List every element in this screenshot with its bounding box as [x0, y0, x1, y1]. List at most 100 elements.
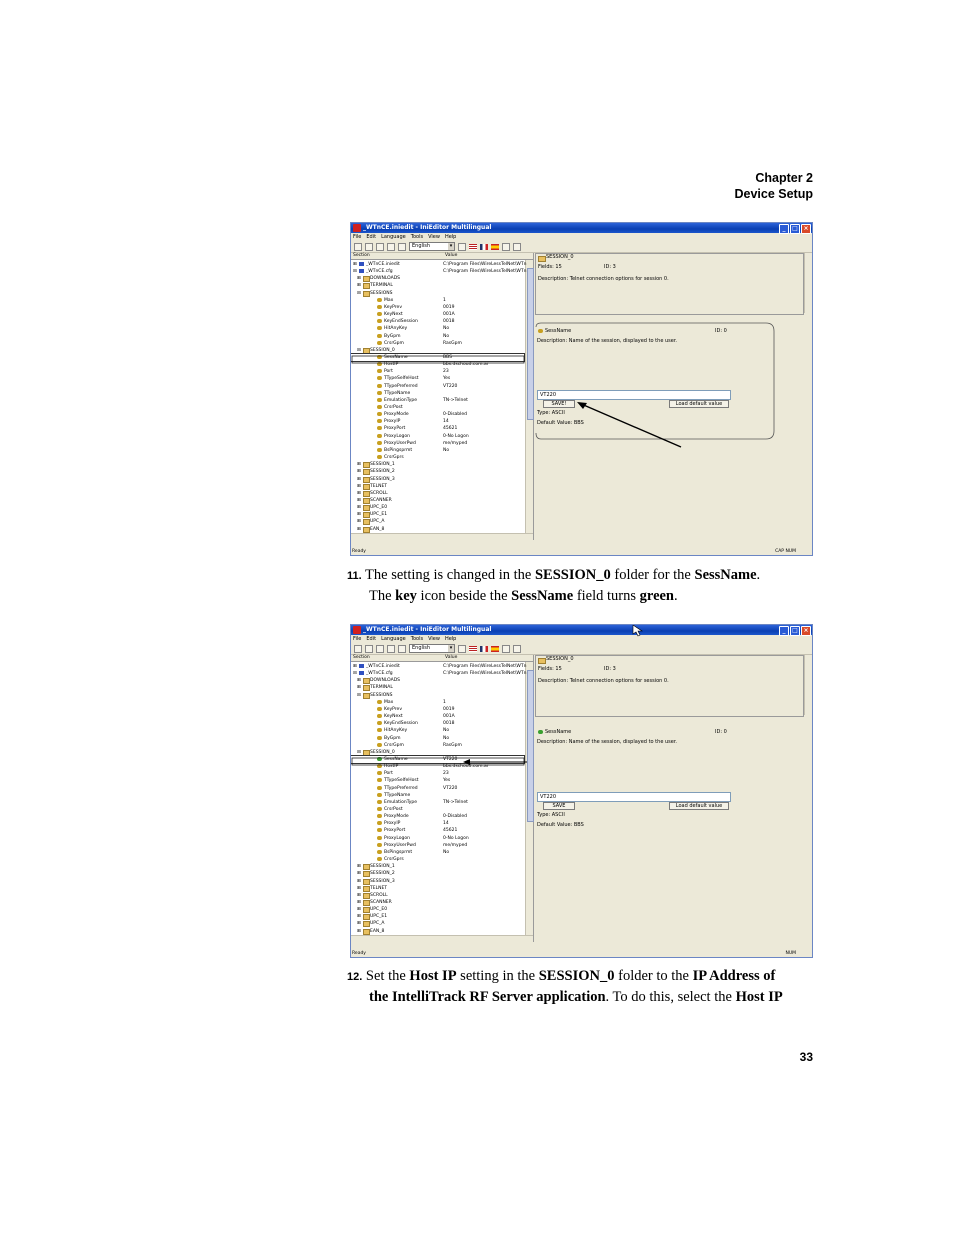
tree-row[interactable]: ⊟ _WTnCE.cfg C:\Program Files\WireLessTelN…: [351, 268, 526, 275]
paste-icon[interactable]: [398, 644, 406, 653]
tree-row[interactable]: Port 23: [351, 770, 524, 777]
expand-toggle[interactable]: ⊞: [357, 468, 361, 475]
tree-hscrollbar[interactable]: [351, 935, 533, 942]
expand-toggle[interactable]: ⊞: [357, 461, 361, 468]
tree-row[interactable]: ProxyLogon 0-No Logon: [351, 835, 524, 842]
fr-flag-icon[interactable]: [480, 645, 488, 652]
tree-row[interactable]: ⊞ UPC_A: [351, 920, 524, 928]
expand-toggle[interactable]: ⊞: [357, 863, 361, 870]
tree-row[interactable]: ProxyUserPwd me/myped: [351, 842, 524, 849]
tree-row[interactable]: ⊞ _WTnCE.iniedit C:\Program Files\WireLess…: [351, 261, 526, 268]
us-flag-icon[interactable]: [469, 243, 477, 250]
us-flag-icon[interactable]: [469, 645, 477, 652]
value-input[interactable]: VT220: [537, 390, 731, 400]
expand-toggle[interactable]: ⊟: [357, 749, 361, 756]
tree-row[interactable]: ByGpm No: [351, 333, 524, 340]
tree-row[interactable]: ⊞ SESSION_2: [351, 870, 524, 878]
load-default-button[interactable]: Load default value: [669, 400, 729, 408]
tree-row[interactable]: ProxyUserPwd me/myped: [351, 440, 524, 447]
language-select[interactable]: English: [409, 644, 455, 653]
tree-row[interactable]: ⊞ UPC_E1: [351, 913, 524, 921]
expand-toggle[interactable]: ⊟: [357, 692, 361, 699]
tree-row[interactable]: ⊞ SESSION_3: [351, 476, 524, 483]
tree-row[interactable]: ⊞ SCROLL: [351, 892, 524, 899]
info-scrollbar[interactable]: [804, 655, 812, 715]
tree-row[interactable]: ⊞ _WTnCE.iniedit C:\Program Files\WireLess…: [351, 663, 526, 670]
tree-row[interactable]: KeyPrev 0019: [351, 304, 524, 311]
tree-row[interactable]: BsPingsprmt No: [351, 447, 524, 454]
scrollbar-thumb[interactable]: [527, 670, 534, 822]
expand-toggle[interactable]: ⊞: [357, 677, 361, 684]
tree-row[interactable]: ⊟ _WTnCE.cfg C:\Program Files\WireLessTelN…: [351, 670, 526, 677]
tree-row[interactable]: SessName VT220: [351, 754, 525, 764]
menu-item-edit[interactable]: Edit: [366, 635, 376, 643]
tree-row[interactable]: ⊞ SESSION_1: [351, 461, 524, 469]
expand-toggle[interactable]: ⊞: [357, 870, 361, 877]
tree-row[interactable]: HostIP bbs.dschoud.com.ar: [351, 763, 524, 770]
expand-toggle[interactable]: ⊞: [357, 282, 361, 289]
expand-toggle[interactable]: ⊞: [357, 906, 361, 913]
tree-row[interactable]: ⊞ SESSION_2: [351, 468, 524, 476]
tree-row[interactable]: CrsrGpm RasGpm: [351, 742, 524, 749]
tree-row[interactable]: ⊞ TELNET: [351, 885, 524, 892]
expand-toggle[interactable]: ⊞: [357, 899, 361, 906]
expand-toggle[interactable]: ⊞: [357, 684, 361, 691]
value-column-header[interactable]: Value: [443, 253, 457, 259]
paste-icon[interactable]: [398, 242, 406, 251]
maximize-icon[interactable]: □: [790, 224, 800, 234]
expand-toggle[interactable]: ⊟: [357, 290, 361, 297]
open-folder-icon[interactable]: [365, 644, 373, 653]
tree-row[interactable]: Port 23: [351, 368, 524, 375]
tree-row[interactable]: TTypeName: [351, 390, 524, 397]
tree-scrollbar[interactable]: [525, 260, 534, 533]
minimize-icon[interactable]: _: [779, 626, 789, 636]
help-icon[interactable]: [502, 242, 510, 251]
expand-toggle[interactable]: ⊞: [357, 275, 361, 282]
save-icon[interactable]: [376, 242, 384, 251]
expand-toggle[interactable]: ⊞: [357, 476, 361, 483]
tree-row[interactable]: CrsrPost: [351, 806, 524, 813]
tree-row[interactable]: KeyEndSession 0018: [351, 720, 524, 727]
tree-row[interactable]: ProxyMode 0-Disabled: [351, 411, 524, 418]
tree-row[interactable]: ⊞ SCANNER: [351, 497, 524, 504]
tree-row[interactable]: ⊞ SCANNER: [351, 899, 524, 906]
tree-row[interactable]: EmulationType TN->Telnet: [351, 397, 524, 404]
tree-row[interactable]: ⊟ SESSION_0: [351, 347, 524, 354]
menu-item-language[interactable]: Language: [381, 635, 406, 643]
tree-row[interactable]: ⊞ EAN_8: [351, 928, 524, 935]
expand-toggle[interactable]: ⊞: [357, 920, 361, 927]
expand-toggle[interactable]: ⊞: [357, 483, 361, 490]
copy-icon[interactable]: [387, 242, 395, 251]
tree-row[interactable]: ⊟ SESSION_0: [351, 749, 524, 756]
info-scrollbar[interactable]: [804, 253, 812, 313]
tree-row[interactable]: ⊞ TERMINAL: [351, 684, 524, 692]
open-folder-icon[interactable]: [365, 242, 373, 251]
menu-item-file[interactable]: File: [353, 233, 361, 241]
tree-row[interactable]: ⊞ DOWNLOADS: [351, 275, 524, 283]
menu-item-tools[interactable]: Tools: [411, 635, 423, 643]
menu-item-tools[interactable]: Tools: [411, 233, 423, 241]
tree-row[interactable]: ProxyPort 45621: [351, 827, 524, 834]
expand-toggle[interactable]: ⊞: [357, 511, 361, 518]
menu-item-view[interactable]: View: [428, 635, 440, 643]
language-select[interactable]: English: [409, 242, 455, 251]
tree-row[interactable]: Max 1: [351, 297, 524, 304]
tree-row[interactable]: HitAnyKey No: [351, 727, 524, 734]
tree-row[interactable]: ⊞ DOWNLOADS: [351, 677, 524, 685]
es-flag-icon[interactable]: [491, 243, 499, 250]
new-file-icon[interactable]: [354, 242, 362, 251]
help-icon[interactable]: [502, 644, 510, 653]
tree-row[interactable]: EmulationType TN->Telnet: [351, 799, 524, 806]
tree-row[interactable]: ⊞ SCROLL: [351, 490, 524, 497]
tree-hscrollbar[interactable]: [351, 533, 533, 540]
minimize-icon[interactable]: _: [779, 224, 789, 234]
expand-toggle[interactable]: ⊞: [353, 261, 357, 268]
tree-row[interactable]: ⊞ UPC_A: [351, 518, 524, 526]
copy-icon[interactable]: [387, 644, 395, 653]
expand-toggle[interactable]: ⊞: [357, 885, 361, 892]
tree-row[interactable]: KeyNext 001A: [351, 311, 524, 318]
value-column-header[interactable]: Value: [443, 655, 457, 661]
exit-icon[interactable]: [513, 644, 521, 653]
tree-row[interactable]: ⊞ UPC_E0: [351, 504, 524, 512]
sort-icon[interactable]: [458, 644, 466, 653]
